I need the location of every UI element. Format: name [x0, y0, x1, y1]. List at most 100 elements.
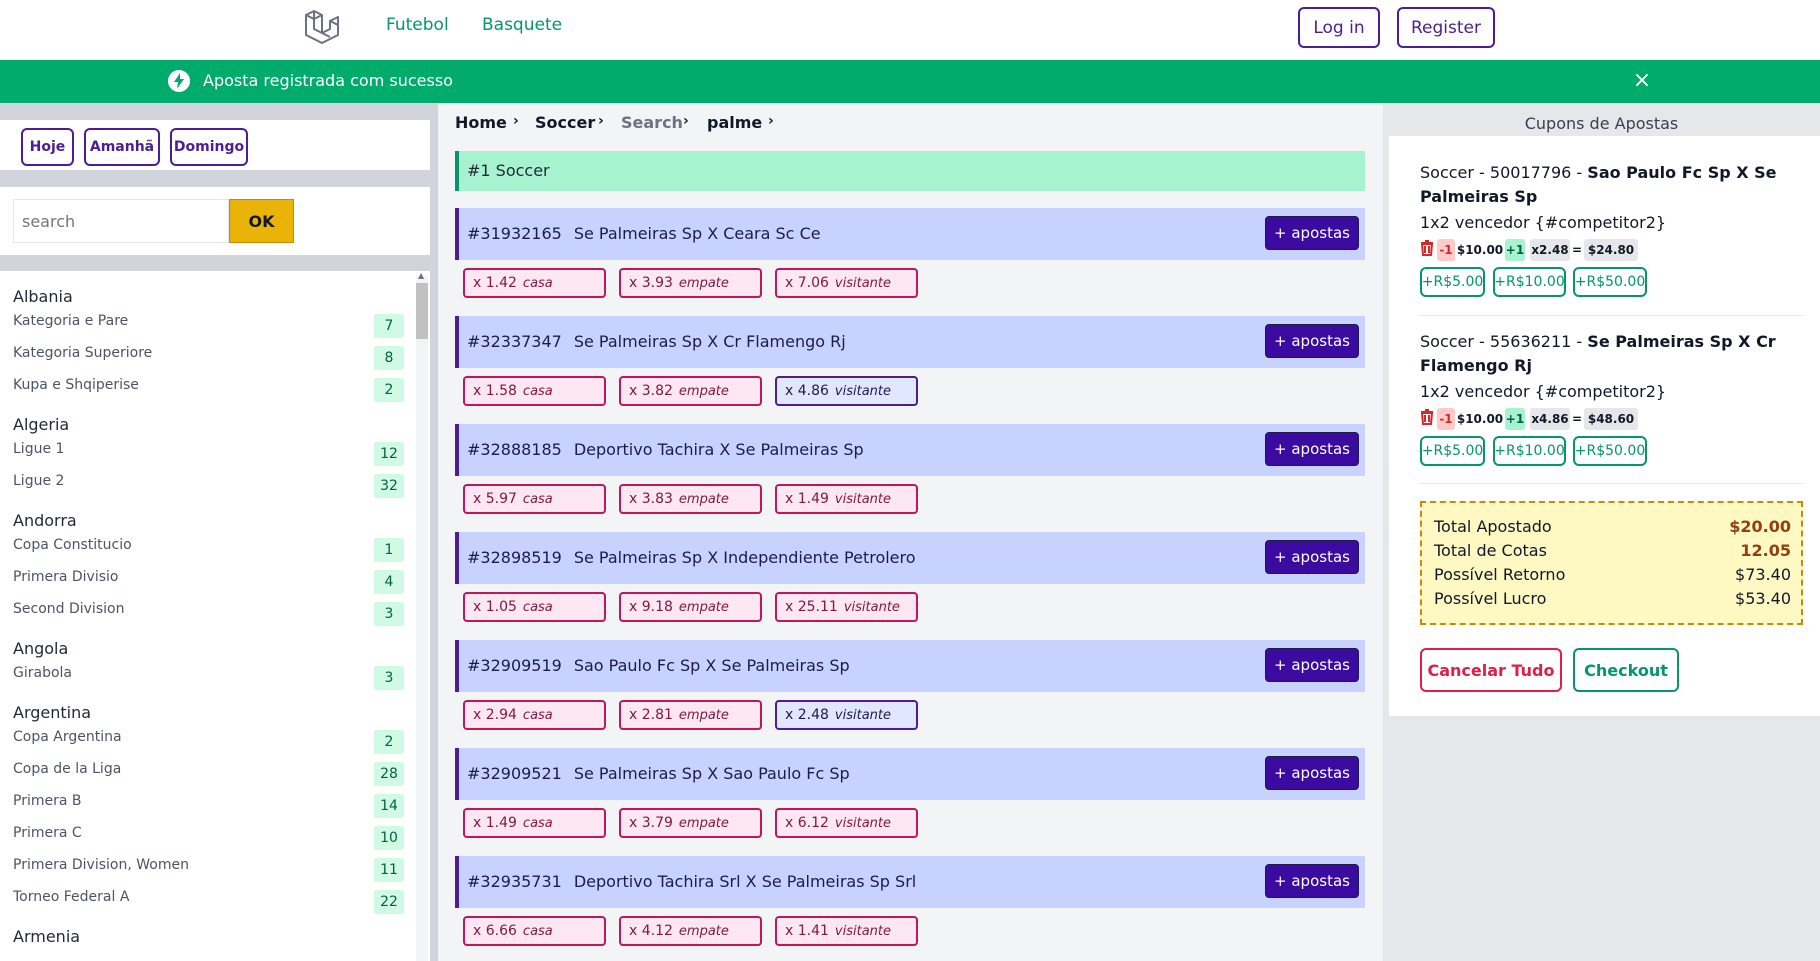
add-stake-button-50[interactable]: +R$50.00 — [1573, 267, 1647, 297]
coupon-market: 1x2 vencedor {#competitor2} — [1420, 382, 1667, 401]
more-bets-button[interactable]: + apostas — [1265, 864, 1359, 898]
breadcrumb-search[interactable]: Search — [621, 113, 683, 132]
country-heading: Argentina — [13, 703, 92, 722]
day-button-domingo[interactable]: Domingo — [170, 128, 248, 166]
odd-button-away[interactable]: x 7.06 visitante — [775, 268, 918, 298]
match-list-panel: Home › Soccer › Search › palme › #1 Socc… — [438, 103, 1383, 961]
odd-button-away[interactable]: x 6.12 visitante — [775, 808, 918, 838]
decrease-stake-button[interactable]: -1 — [1437, 239, 1455, 261]
league-item[interactable]: Copa Argentina — [13, 729, 122, 745]
league-item[interactable]: Ligue 1 — [13, 441, 64, 457]
odd-button-home[interactable]: x 1.49 casa — [463, 808, 606, 838]
coupon-panel: Soccer - 50017796 - Sao Paulo Fc Sp X Se… — [1389, 136, 1820, 716]
day-button-hoje[interactable]: Hoje — [21, 128, 74, 166]
league-item[interactable]: Copa Constitucio — [13, 537, 132, 553]
close-icon[interactable]: × — [1630, 67, 1654, 95]
checkout-button[interactable]: Checkout — [1573, 648, 1679, 692]
total-row: Possível Lucro $53.40 — [1434, 589, 1791, 608]
chevron-right-icon: › — [513, 113, 519, 129]
match-row: #32337347 Se Palmeiras Sp X Cr Flamengo R… — [455, 316, 1365, 368]
add-stake-button-50[interactable]: +R$50.00 — [1573, 436, 1647, 466]
odd-button-away[interactable]: x 1.49 visitante — [775, 484, 918, 514]
breadcrumb-home[interactable]: Home — [455, 113, 507, 132]
league-item[interactable]: Primera C — [13, 825, 82, 841]
league-item[interactable]: Torneo Federal A — [13, 889, 129, 905]
odd-button-away[interactable]: x 2.48 visitante — [775, 700, 918, 730]
odd-button-away[interactable]: x 25.11 visitante — [775, 592, 918, 622]
league-item[interactable]: Kategoria Superiore — [13, 345, 152, 361]
add-stake-button-10[interactable]: +R$10.00 — [1493, 436, 1566, 466]
total-row: Possível Retorno $73.40 — [1434, 565, 1791, 584]
league-count-badge: 2 — [374, 378, 404, 402]
odd-button-draw[interactable]: x 9.18 empate — [619, 592, 762, 622]
equals-sign: = — [1571, 243, 1583, 257]
league-item[interactable]: Copa de la Liga — [13, 761, 121, 777]
league-item[interactable]: Girabola — [13, 665, 72, 681]
day-filter-box: Hoje Amanhã Domingo — [0, 120, 430, 170]
breadcrumb-soccer[interactable]: Soccer — [535, 113, 595, 132]
league-count-badge: 10 — [374, 826, 404, 850]
odd-button-draw[interactable]: x 3.83 empate — [619, 484, 762, 514]
divider — [1420, 483, 1803, 484]
odd-button-draw[interactable]: x 3.79 empate — [619, 808, 762, 838]
odd-button-draw[interactable]: x 2.81 empate — [619, 700, 762, 730]
league-item[interactable]: Kategoria e Pare — [13, 313, 128, 329]
odd-button-home[interactable]: x 5.97 casa — [463, 484, 606, 514]
coupon-title: Cupons de Apostas — [1524, 114, 1679, 133]
league-item[interactable]: Primera Division, Women — [13, 857, 189, 873]
login-button[interactable]: Log in — [1298, 7, 1380, 48]
decrease-stake-button[interactable]: -1 — [1437, 408, 1455, 430]
search-ok-button[interactable]: OK — [229, 199, 294, 243]
league-item[interactable]: Primera B — [13, 793, 81, 809]
match-row: #32888185 Deportivo Tachira X Se Palmeira… — [455, 424, 1365, 476]
league-item[interactable]: Primera Divisio — [13, 569, 118, 585]
odd-button-draw[interactable]: x 3.93 empate — [619, 268, 762, 298]
more-bets-button[interactable]: + apostas — [1265, 324, 1359, 358]
odd-button-away[interactable]: x 4.86 visitante — [775, 376, 918, 406]
odd-button-home[interactable]: x 1.42 casa — [463, 268, 606, 298]
country-heading: Armenia — [13, 927, 81, 946]
trash-icon[interactable] — [1420, 409, 1434, 425]
add-stake-button-5[interactable]: +R$5.00 — [1420, 436, 1485, 466]
odd-button-home[interactable]: x 1.58 casa — [463, 376, 606, 406]
chevron-right-icon: › — [683, 113, 689, 129]
league-count-badge: 14 — [374, 794, 404, 818]
search-input[interactable] — [13, 199, 229, 243]
add-stake-button-10[interactable]: +R$10.00 — [1493, 267, 1566, 297]
odd-button-home[interactable]: x 1.05 casa — [463, 592, 606, 622]
nav-link-basquete[interactable]: Basquete — [482, 15, 562, 35]
laravel-logo-icon[interactable] — [302, 7, 342, 47]
day-button-amanha[interactable]: Amanhã — [84, 128, 160, 166]
more-bets-button[interactable]: + apostas — [1265, 648, 1359, 682]
add-stake-button-5[interactable]: +R$5.00 — [1420, 267, 1485, 297]
odd-button-home[interactable]: x 2.94 casa — [463, 700, 606, 730]
scroll-up-icon[interactable]: ▲ — [418, 271, 426, 280]
increase-stake-button[interactable]: +1 — [1505, 239, 1525, 261]
league-count-badge: 1 — [374, 538, 404, 562]
scrollbar-track[interactable] — [416, 276, 428, 961]
league-item[interactable]: Ligue 2 — [13, 473, 64, 489]
left-sidebar: Hoje Amanhã Domingo OK ▲ Albania Kategor… — [0, 103, 438, 961]
scrollbar-thumb[interactable] — [416, 283, 428, 339]
nav-link-futebol[interactable]: Futebol — [386, 15, 449, 35]
increase-stake-button[interactable]: +1 — [1505, 408, 1525, 430]
league-item[interactable]: Kupa e Shqiperise — [13, 377, 139, 393]
country-heading: Algeria — [13, 415, 70, 434]
odd-button-away[interactable]: x 1.41 visitante — [775, 916, 918, 946]
trash-icon[interactable] — [1420, 240, 1434, 256]
more-bets-button[interactable]: + apostas — [1265, 540, 1359, 574]
cancel-all-button[interactable]: Cancelar Tudo — [1420, 648, 1562, 692]
league-item[interactable]: Second Division — [13, 601, 124, 617]
total-row: Total de Cotas 12.05 — [1434, 541, 1791, 560]
totals-box: Total Apostado $20.00 Total de Cotas 12.05… — [1420, 501, 1803, 625]
more-bets-button[interactable]: + apostas — [1265, 432, 1359, 466]
odd-button-draw[interactable]: x 4.12 empate — [619, 916, 762, 946]
register-button[interactable]: Register — [1397, 7, 1495, 48]
more-bets-button[interactable]: + apostas — [1265, 216, 1359, 250]
breadcrumb-palme[interactable]: palme — [707, 113, 762, 132]
bolt-icon — [168, 70, 190, 92]
stake-value: $10.00 — [1456, 412, 1504, 426]
odd-button-home[interactable]: x 6.66 casa — [463, 916, 606, 946]
odd-button-draw[interactable]: x 3.82 empate — [619, 376, 762, 406]
more-bets-button[interactable]: + apostas — [1265, 756, 1359, 790]
